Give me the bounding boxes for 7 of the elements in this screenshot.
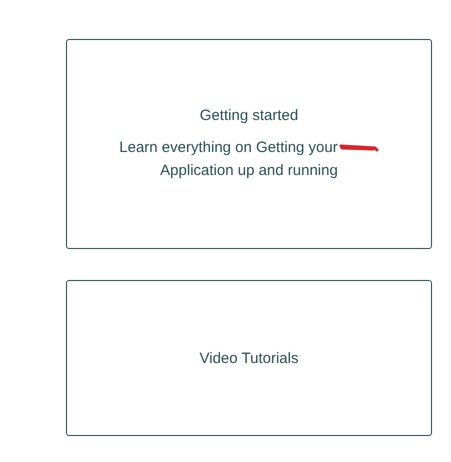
card[interactable]: Video Tutorials — [66, 280, 432, 436]
card-description: Learn everything on Getting your — [119, 138, 338, 158]
card[interactable]: Getting started Learn everything on Getting your Application up and running — [66, 39, 432, 249]
card-description: Application up and running — [160, 160, 338, 180]
redaction-mark — [338, 142, 379, 152]
card-title: Getting started — [200, 106, 298, 124]
card-title: Video Tutorials — [200, 350, 298, 366]
